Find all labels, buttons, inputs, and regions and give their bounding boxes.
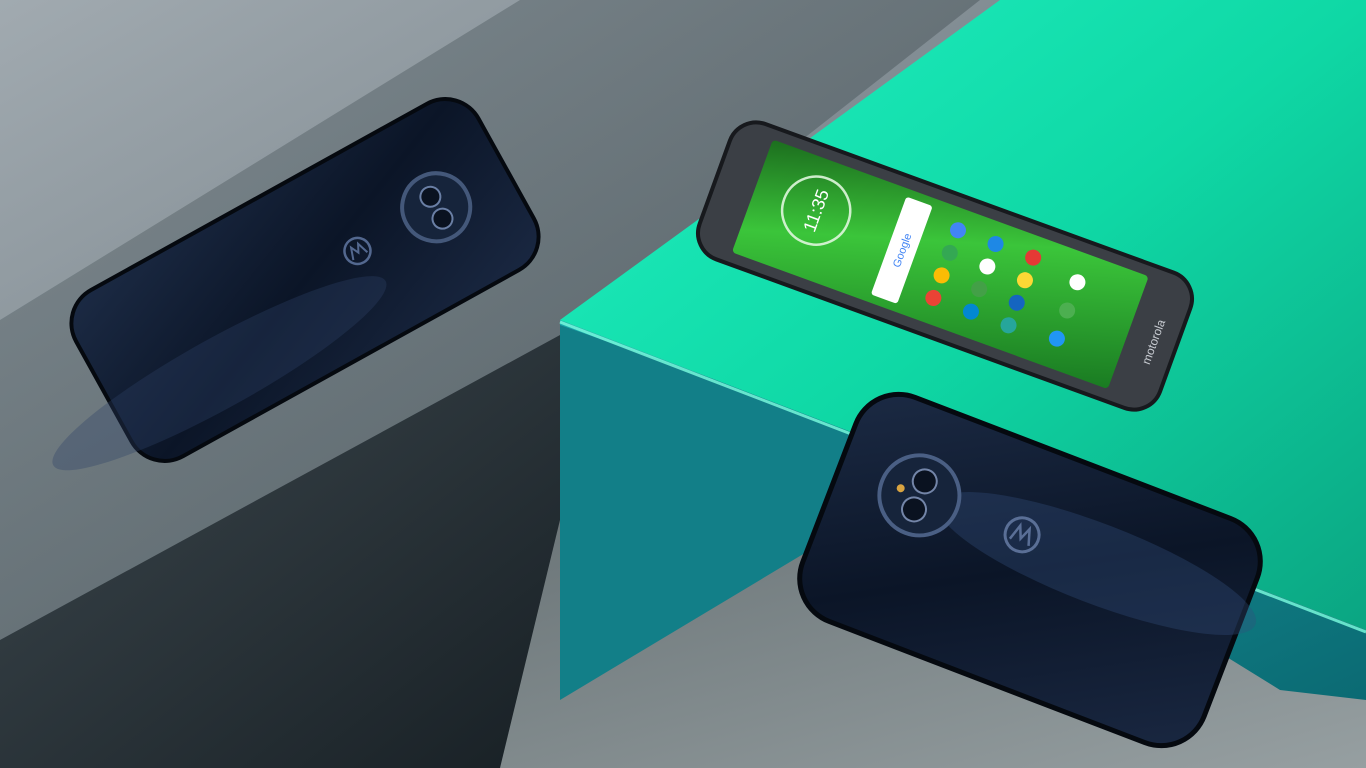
product-photo: 11:35 Google motorola bbox=[0, 0, 1366, 768]
